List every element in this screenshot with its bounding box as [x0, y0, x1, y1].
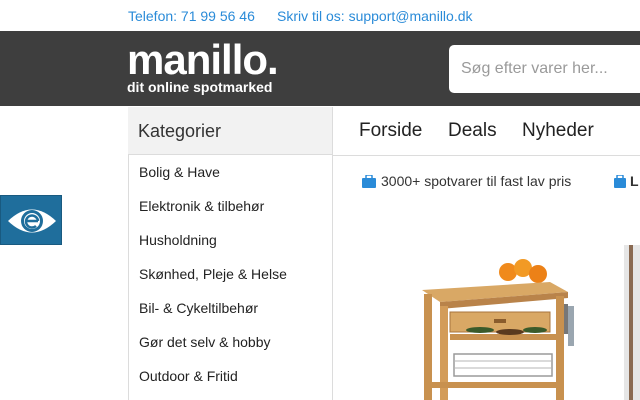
logo-tagline: dit online spotmarked	[127, 79, 273, 95]
category-item-gor-det-selv[interactable]: Gør det selv & hobby	[129, 325, 332, 359]
category-item-bolig-have[interactable]: Bolig & Have	[129, 155, 332, 189]
product-edge	[629, 245, 633, 400]
site-logo[interactable]: manillo. dit online spotmarked	[127, 36, 279, 96]
product-image-partial[interactable]	[624, 245, 640, 400]
logo-name: manillo.	[127, 36, 279, 83]
nav-deals[interactable]: Deals	[448, 120, 497, 142]
search-placeholder: Søg efter varer her...	[461, 60, 608, 77]
main-nav: Forside Deals Nyheder	[333, 107, 640, 156]
eye-icon	[8, 209, 56, 233]
kitchen-trolley-image	[422, 259, 574, 400]
search-input[interactable]: Søg efter varer her...	[449, 45, 640, 93]
briefcase-icon	[362, 175, 376, 188]
briefcase-icon	[614, 175, 626, 188]
product-image-kitchen-trolley[interactable]	[410, 258, 585, 400]
phone-link[interactable]: Telefon: 71 99 56 46	[128, 8, 255, 24]
usp-spotvarer: 3000+ spotvarer til fast lav pris	[362, 173, 571, 189]
category-panel: Kategorier Bolig & Have Elektronik & til…	[128, 107, 333, 400]
contact-bar: Telefon: 71 99 56 46 Skriv til os: suppo…	[0, 0, 640, 31]
nav-forside[interactable]: Forside	[359, 120, 422, 142]
category-item-outdoor[interactable]: Outdoor & Fritid	[129, 359, 332, 393]
category-list: Bolig & Have Elektronik & tilbehør Husho…	[128, 155, 332, 400]
accessibility-button[interactable]	[0, 195, 62, 245]
category-item-bil-cykel[interactable]: Bil- & Cykeltilbehør	[129, 291, 332, 325]
category-item-elektronik[interactable]: Elektronik & tilbehør	[129, 189, 332, 223]
category-item-husholdning[interactable]: Husholdning	[129, 223, 332, 257]
usp-second: L	[614, 173, 639, 189]
site-header: manillo. dit online spotmarked Søg efter…	[0, 31, 640, 106]
usp-text: 3000+ spotvarer til fast lav pris	[381, 173, 572, 189]
nav-nyheder[interactable]: Nyheder	[522, 120, 594, 142]
support-email-link[interactable]: Skriv til os: support@manillo.dk	[277, 8, 473, 24]
usp-second-text: L	[630, 173, 639, 189]
category-item-skonhed[interactable]: Skønhed, Pleje & Helse	[129, 257, 332, 291]
category-title: Kategorier	[128, 107, 332, 155]
